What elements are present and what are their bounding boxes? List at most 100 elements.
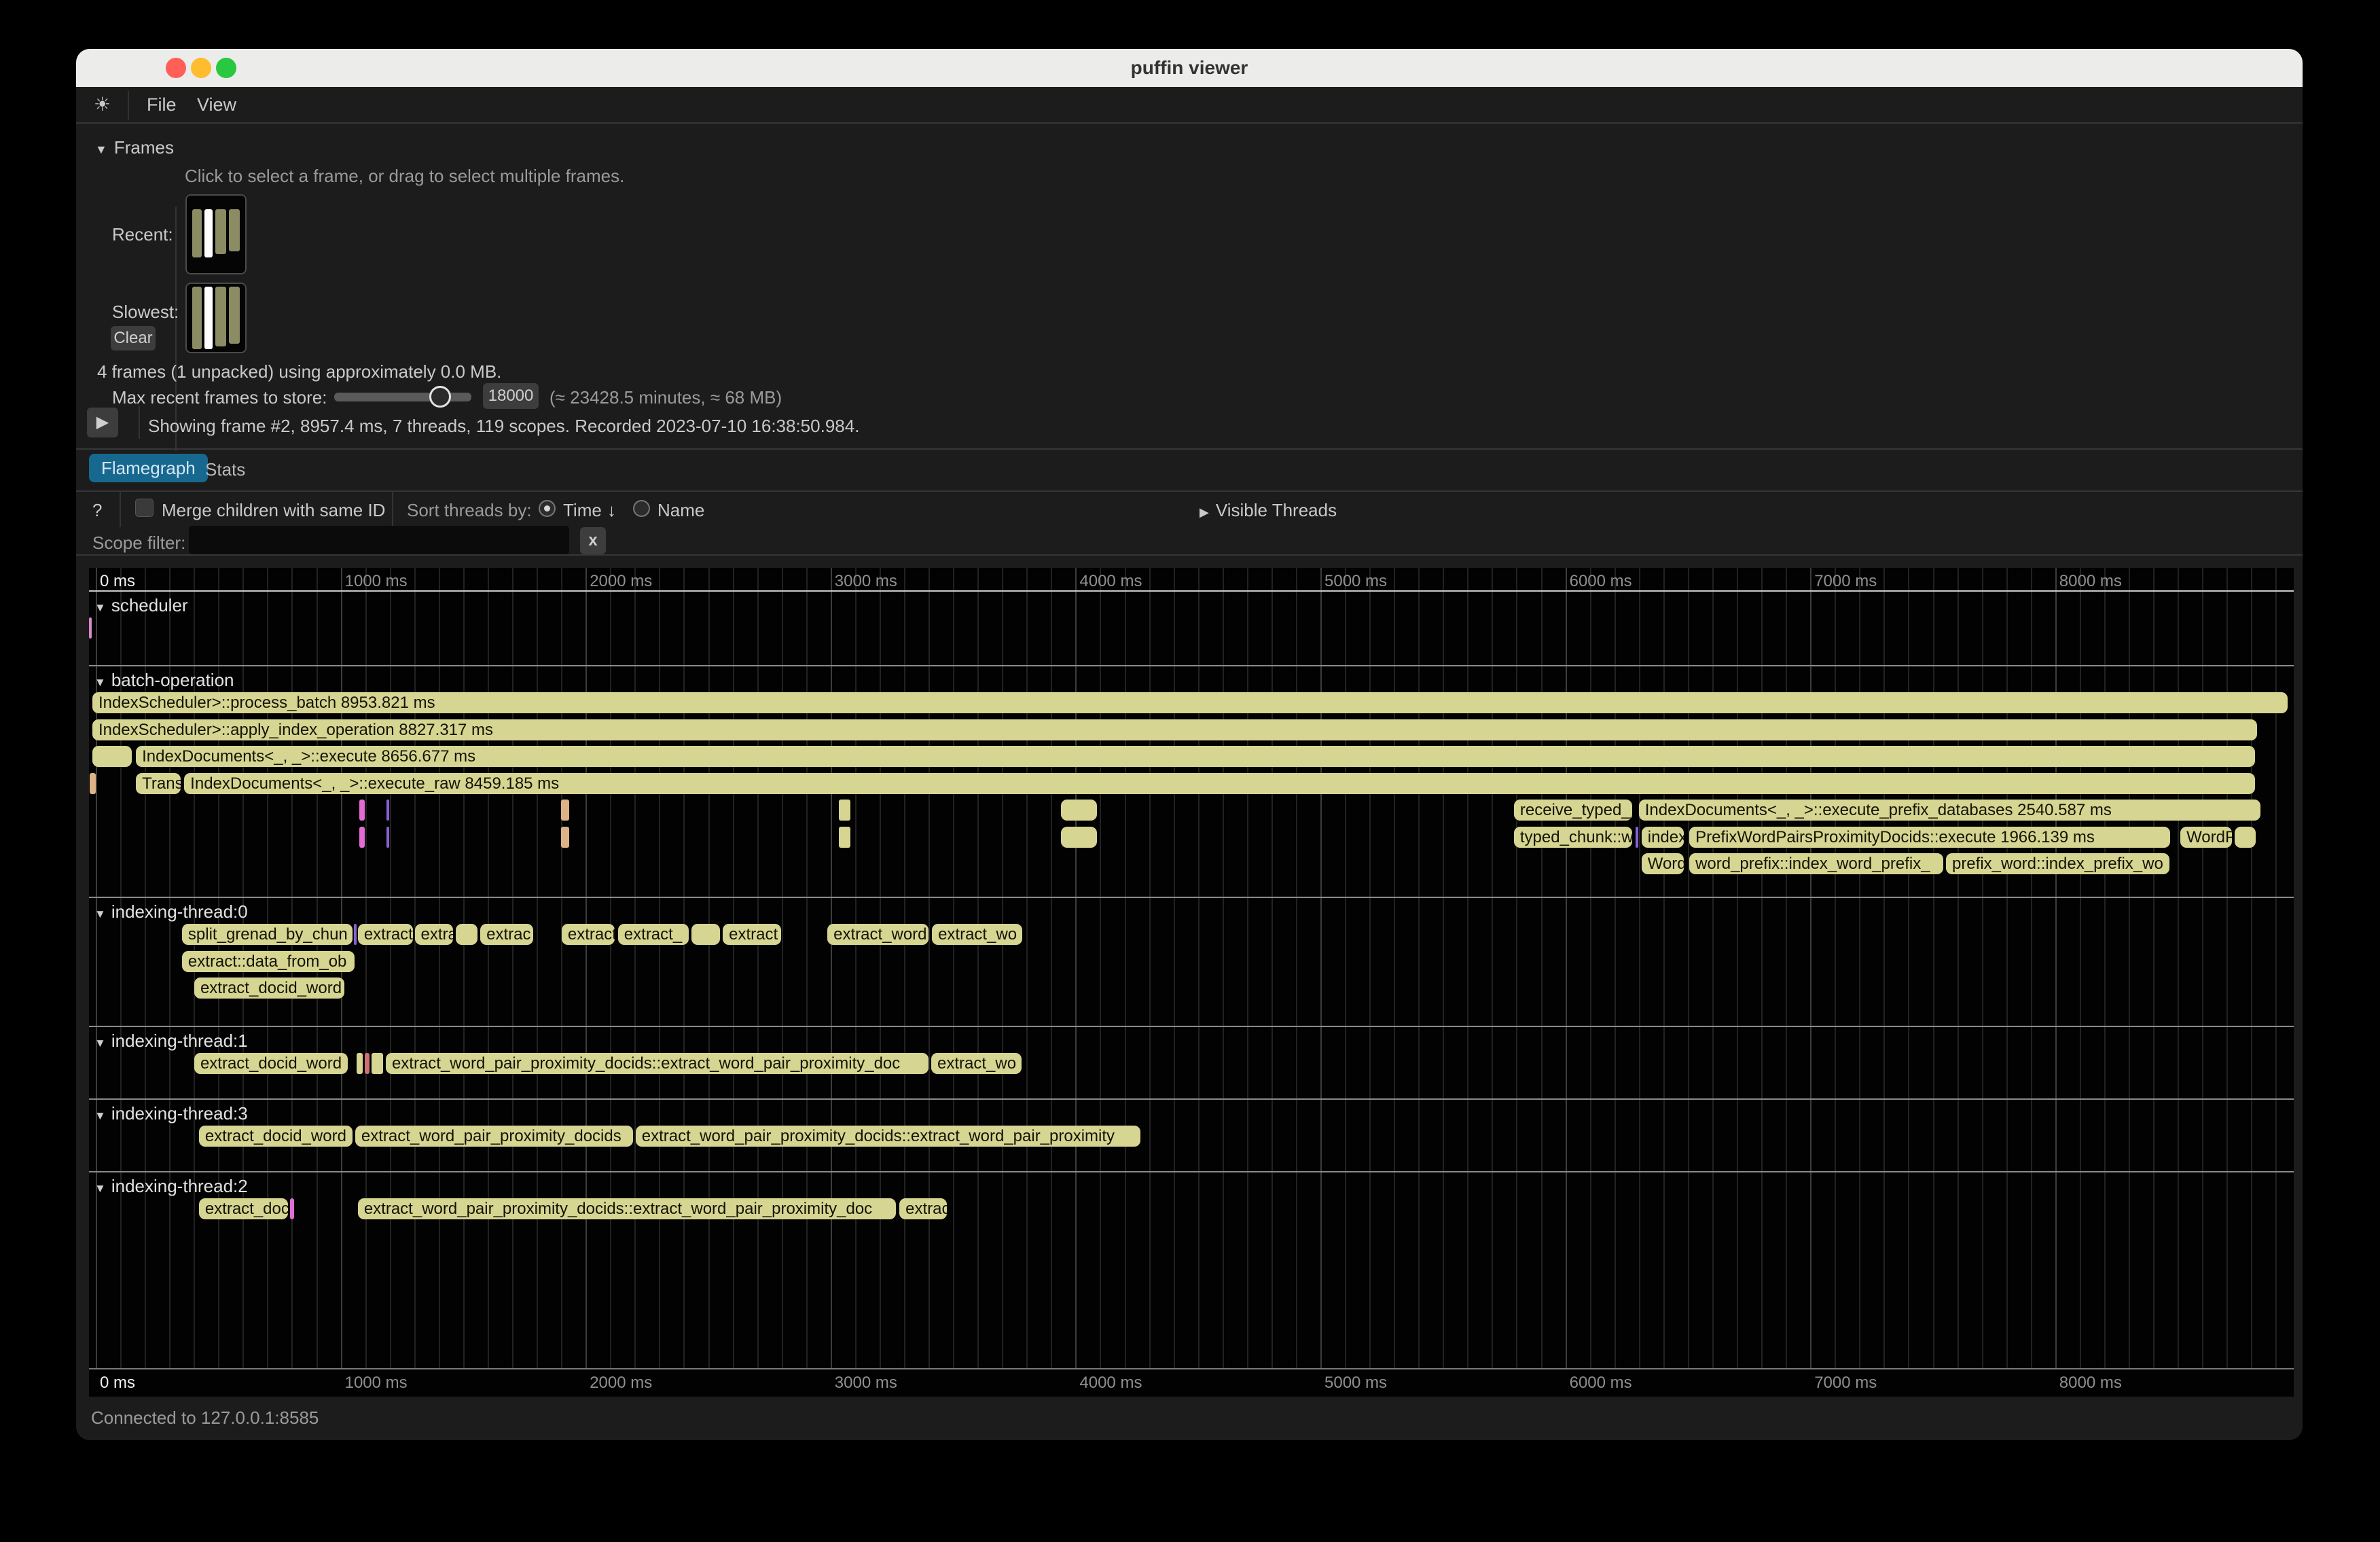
scope-bar-small[interactable] — [2235, 827, 2256, 848]
thread-header-scheduler[interactable]: ▼scheduler — [94, 595, 188, 616]
scope-bar-small[interactable] — [839, 800, 850, 821]
scope-bar[interactable]: extract::data_from_ob — [182, 951, 355, 972]
scope-bar-small[interactable] — [561, 800, 569, 821]
help-button[interactable]: ? — [92, 500, 102, 521]
scope-bar[interactable]: WordPr — [2180, 827, 2232, 848]
scope-bar[interactable]: extract — [358, 924, 413, 945]
scope-bar-small[interactable] — [839, 827, 850, 848]
scope-filter-input[interactable] — [189, 526, 569, 554]
frame-bar[interactable] — [229, 287, 240, 344]
minor-gridline — [390, 568, 391, 1368]
clear-filter-button[interactable]: x — [580, 527, 606, 554]
minor-gridline — [2153, 568, 2154, 1368]
max-frames-slider-knob[interactable] — [429, 386, 451, 408]
frame-bar[interactable] — [192, 209, 202, 257]
recent-frames-thumbnail[interactable] — [185, 194, 247, 274]
scope-bar-small[interactable] — [386, 827, 389, 848]
sort-time-radio[interactable] — [539, 500, 556, 517]
scope-bar[interactable]: extract_docid_word — [194, 978, 344, 999]
scope-bar[interactable]: extract_docid_word — [199, 1126, 353, 1147]
thread-header-indexing-thread:3[interactable]: ▼indexing-thread:3 — [94, 1103, 248, 1124]
scope-bar-small[interactable] — [359, 827, 365, 848]
scope-bar[interactable]: extrac — [480, 924, 533, 945]
scope-bar[interactable]: split_grenad_by_chun — [182, 924, 353, 945]
scope-bar-small[interactable] — [386, 800, 389, 821]
menu-file[interactable]: File — [147, 94, 177, 115]
scope-bar-small[interactable] — [365, 1053, 369, 1074]
play-button[interactable]: ▶ — [87, 408, 118, 437]
thread-header-indexing-thread:2[interactable]: ▼indexing-thread:2 — [94, 1176, 248, 1197]
sort-direction-arrow-icon[interactable]: ↓ — [607, 500, 616, 521]
minor-gridline — [1663, 568, 1665, 1368]
scope-bar[interactable]: prefix_word::index_prefix_wo — [1946, 853, 2170, 874]
scope-bar[interactable]: typed_chunk::w — [1514, 827, 1632, 848]
canvas-bottom-line — [89, 1368, 2294, 1369]
minor-gridline — [1933, 568, 1934, 1368]
frame-bar[interactable] — [204, 209, 213, 257]
scope-bar[interactable]: IndexScheduler>::process_batch 8953.821 … — [92, 692, 2288, 713]
scope-bar-small[interactable] — [354, 924, 357, 945]
scope-bar[interactable]: extra — [415, 924, 454, 945]
scope-bar[interactable]: word_prefix::index_word_prefix_ — [1689, 853, 1943, 874]
scope-bar-small[interactable] — [561, 827, 569, 848]
scope-bar[interactable]: IndexDocuments<_, _>::execute 8656.677 m… — [136, 746, 2255, 767]
scope-bar-small[interactable] — [1061, 800, 1097, 821]
scope-bar[interactable]: extract_docid_word — [194, 1053, 348, 1074]
scope-bar[interactable]: index — [1642, 827, 1684, 848]
scope-bar-small[interactable] — [456, 924, 477, 945]
frame-bar[interactable] — [229, 209, 240, 251]
scope-bar-small[interactable] — [90, 773, 96, 794]
tab-stats[interactable]: Stats — [205, 459, 245, 480]
scope-bar-small[interactable] — [357, 1053, 363, 1074]
scope-bar-small[interactable] — [290, 1198, 294, 1219]
thread-header-indexing-thread:0[interactable]: ▼indexing-thread:0 — [94, 901, 248, 922]
max-frames-note: (≈ 23428.5 minutes, ≈ 68 MB) — [549, 387, 782, 408]
scope-bar[interactable]: IndexScheduler>::apply_index_operation 8… — [92, 719, 2257, 740]
max-frames-value[interactable]: 18000 — [483, 383, 539, 409]
scope-bar[interactable]: extract_word_pair_proximity_docids::extr… — [358, 1198, 897, 1219]
visible-threads-toggle[interactable]: ▶Visible Threads — [1200, 500, 1337, 521]
merge-children-checkbox[interactable] — [135, 499, 154, 517]
major-gridline — [831, 568, 832, 1368]
scope-bar[interactable]: extract_wo — [932, 924, 1022, 945]
scope-bar-small[interactable] — [89, 617, 92, 639]
thread-header-batch-operation[interactable]: ▼batch-operation — [94, 670, 234, 691]
scope-bar[interactable]: receive_typed_ — [1514, 800, 1632, 821]
scope-bar[interactable]: extract_doc — [199, 1198, 289, 1219]
thread-header-indexing-thread:1[interactable]: ▼indexing-thread:1 — [94, 1030, 248, 1052]
frame-bar[interactable] — [204, 287, 213, 349]
slowest-frames-thumbnail[interactable] — [185, 283, 247, 353]
scope-bar[interactable]: extract_ — [618, 924, 689, 945]
scope-bar[interactable]: Word — [1642, 853, 1684, 874]
minor-gridline — [1394, 568, 1395, 1368]
scope-bar-small[interactable] — [1061, 827, 1097, 848]
scope-bar-small[interactable] — [359, 800, 365, 821]
scope-bar[interactable]: extract_ — [562, 924, 615, 945]
scope-bar[interactable]: extract_word_pair_proximity_docids::extr… — [386, 1053, 928, 1074]
scope-bar[interactable]: extract_wo — [931, 1053, 1022, 1074]
frame-bar[interactable] — [192, 287, 202, 349]
frames-section-header[interactable]: ▼Frames — [95, 137, 174, 158]
theme-toggle-sun-icon[interactable]: ☀ — [94, 93, 111, 115]
scope-bar-small[interactable] — [1636, 827, 1638, 848]
scope-bar[interactable]: extract_word_pair_proximity_docids::extr… — [636, 1126, 1140, 1147]
frame-bar[interactable] — [215, 287, 226, 346]
scope-bar[interactable]: extrac — [899, 1198, 947, 1219]
scope-bar-small[interactable] — [92, 746, 132, 767]
scope-bar[interactable]: extract — [723, 924, 780, 945]
scope-filter-label: Scope filter: — [92, 533, 185, 554]
flamegraph-canvas[interactable]: 0 ms1000 ms2000 ms3000 ms4000 ms5000 ms6… — [89, 568, 2294, 1397]
scope-bar[interactable]: extract_word — [827, 924, 928, 945]
scope-bar[interactable]: PrefixWordPairsProximityDocids::execute … — [1689, 827, 2169, 848]
menu-view[interactable]: View — [197, 94, 236, 115]
scope-bar[interactable]: IndexDocuments<_, _>::execute_raw 8459.1… — [184, 773, 2255, 794]
scope-bar[interactable]: extract_word_pair_proximity_docids — [355, 1126, 634, 1147]
scope-bar[interactable]: IndexDocuments<_, _>::execute_prefix_dat… — [1639, 800, 2260, 821]
scope-bar[interactable]: Trans — [136, 773, 181, 794]
frame-bar[interactable] — [215, 209, 226, 254]
sort-name-radio[interactable] — [633, 500, 650, 517]
scope-bar-small[interactable] — [691, 924, 720, 945]
clear-button[interactable]: Clear — [111, 326, 156, 351]
scope-bar-small[interactable] — [372, 1053, 382, 1074]
tab-flamegraph[interactable]: Flamegraph — [89, 454, 208, 482]
